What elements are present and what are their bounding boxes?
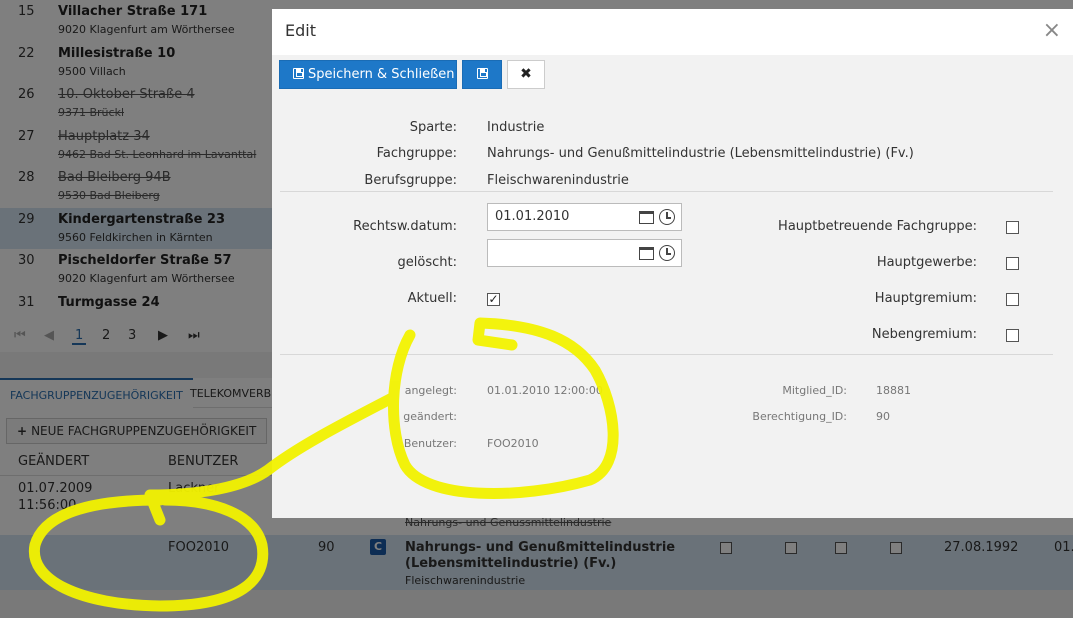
edit-dialog: Edit × Speichern & Schließen ✖ Sparte: I… xyxy=(272,9,1073,518)
angelegt-value: 01.01.2010 12:00:00 xyxy=(487,384,603,397)
berechtigung-id-value: 90 xyxy=(876,410,890,423)
hauptgremium-checkbox[interactable] xyxy=(1006,293,1019,306)
geloescht-label: gelöscht: xyxy=(397,255,457,270)
dialog-body: Speichern & Schließen ✖ Sparte: Industri… xyxy=(272,55,1073,518)
divider xyxy=(280,354,1053,355)
geloescht-input[interactable] xyxy=(487,239,682,267)
berufsgruppe-label: Berufsgruppe: xyxy=(364,173,457,188)
berufsgruppe-value: Fleischwarenindustrie xyxy=(487,173,629,188)
hauptbetreuende-fachgruppe-checkbox[interactable] xyxy=(1006,221,1019,234)
clock-icon[interactable] xyxy=(659,209,675,225)
cancel-button[interactable]: ✖ xyxy=(507,60,545,89)
sparte-value: Industrie xyxy=(487,120,545,135)
divider xyxy=(280,191,1053,192)
dialog-header: Edit × xyxy=(272,9,1073,55)
hauptgewerbe-label: Hauptgewerbe: xyxy=(876,255,977,270)
berechtigung-id-label: Berechtigung_ID: xyxy=(752,410,847,423)
benutzer-value: FOO2010 xyxy=(487,437,539,450)
rechtsw-datum-label: Rechtsw.datum: xyxy=(353,219,457,234)
hauptbetreuende-fachgruppe-label: Hauptbetreuende Fachgruppe: xyxy=(778,219,977,234)
mitglied-id-value: 18881 xyxy=(876,384,911,397)
benutzer-label: Benutzer: xyxy=(403,437,457,450)
mitglied-id-label: Mitglied_ID: xyxy=(782,384,847,397)
aktuell-label: Aktuell: xyxy=(407,291,457,306)
save-and-close-label: Speichern & Schließen xyxy=(308,67,455,82)
hauptgewerbe-checkbox[interactable] xyxy=(1006,257,1019,270)
close-icon[interactable]: × xyxy=(1043,18,1061,44)
save-and-close-button[interactable]: Speichern & Schließen xyxy=(279,60,457,89)
angelegt-label: angelegt: xyxy=(404,384,457,397)
calendar-icon[interactable] xyxy=(639,211,654,224)
nebengremium-checkbox[interactable] xyxy=(1006,329,1019,342)
sparte-label: Sparte: xyxy=(409,120,457,135)
calendar-icon[interactable] xyxy=(639,247,654,260)
dialog-title: Edit xyxy=(285,21,316,40)
hauptgremium-label: Hauptgremium: xyxy=(874,291,977,306)
save-button[interactable] xyxy=(462,60,502,89)
geaendert-label: geändert: xyxy=(403,410,457,423)
fachgruppe-label: Fachgruppe: xyxy=(376,146,457,161)
floppy-disk-icon xyxy=(293,68,304,79)
nebengremium-label: Nebengremium: xyxy=(871,327,977,342)
fachgruppe-value: Nahrungs- und Genußmittelindustrie (Lebe… xyxy=(487,146,914,161)
clock-icon[interactable] xyxy=(659,245,675,261)
rechtsw-datum-input[interactable]: 01.01.2010 xyxy=(487,203,682,231)
aktuell-checkbox[interactable]: ✓ xyxy=(487,293,500,306)
rechtsw-datum-value: 01.01.2010 xyxy=(495,209,570,224)
floppy-disk-icon xyxy=(476,68,488,79)
